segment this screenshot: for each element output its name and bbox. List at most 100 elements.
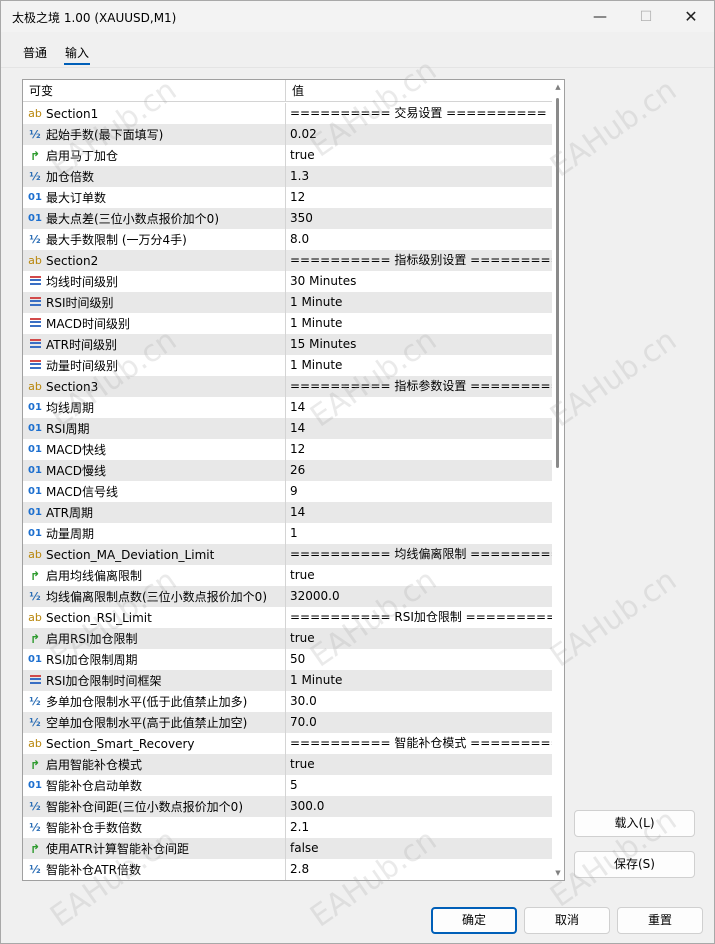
table-row[interactable]: 01 智能补仓启动单数 5 — [23, 775, 552, 796]
param-value-cell[interactable]: ========== RSI加仓限制 ========== — [286, 607, 552, 628]
table-row[interactable]: 01 RSI周期 14 — [23, 418, 552, 439]
grid-header: 可变 值 — [23, 80, 552, 102]
param-value-cell[interactable]: 30 Minutes — [286, 271, 552, 292]
table-row[interactable]: ½ 均线偏离限制点数(三位小数点报价加个0) 32000.0 — [23, 586, 552, 607]
table-row[interactable]: ↱ 启用智能补仓模式 true — [23, 754, 552, 775]
minimize-button[interactable]: — — [577, 1, 623, 32]
param-value-cell[interactable]: 1 Minute — [286, 670, 552, 691]
param-value-cell[interactable]: 0.02 — [286, 124, 552, 145]
param-value-cell[interactable]: 50 — [286, 649, 552, 670]
cancel-button[interactable]: 取消 — [524, 907, 610, 934]
param-value-cell[interactable]: true — [286, 628, 552, 649]
param-value-cell[interactable]: ========== 均线偏离限制 ========== — [286, 544, 552, 565]
save-button[interactable]: 保存(S) — [574, 851, 695, 878]
param-value-cell[interactable]: 32000.0 — [286, 586, 552, 607]
param-value-cell[interactable]: 5 — [286, 775, 552, 796]
param-value-cell[interactable]: 30.0 — [286, 691, 552, 712]
param-value-cell[interactable]: 1 — [286, 523, 552, 544]
integer-type-icon: 01 — [28, 485, 42, 497]
param-value-cell[interactable]: 14 — [286, 397, 552, 418]
param-value-cell[interactable]: 14 — [286, 502, 552, 523]
param-value-cell[interactable]: 350 — [286, 208, 552, 229]
param-value-cell[interactable]: 14 — [286, 418, 552, 439]
param-value-cell[interactable]: 8.0 — [286, 229, 552, 250]
scroll-up-arrow-icon[interactable]: ▲ — [552, 80, 564, 94]
tab-inputs[interactable]: 输入 — [56, 41, 98, 65]
load-button[interactable]: 载入(L) — [574, 810, 695, 837]
table-row[interactable]: ½ 智能补仓手数倍数 2.1 — [23, 817, 552, 838]
param-value-cell[interactable]: true — [286, 565, 552, 586]
bool-type-icon: ↱ — [29, 757, 41, 772]
table-row[interactable]: 01 ATR周期 14 — [23, 502, 552, 523]
param-value-cell[interactable]: 70.0 — [286, 712, 552, 733]
table-row[interactable]: 01 均线周期 14 — [23, 397, 552, 418]
table-row[interactable]: ½ 多单加仓限制水平(低于此值禁止加多) 30.0 — [23, 691, 552, 712]
table-row[interactable]: ↱ 启用RSI加仓限制 true — [23, 628, 552, 649]
table-row[interactable]: 01 动量周期 1 — [23, 523, 552, 544]
param-value-cell[interactable]: ========== 智能补仓模式 ========== — [286, 733, 552, 754]
param-value-cell[interactable]: 15 Minutes — [286, 334, 552, 355]
table-row[interactable]: ½ 起始手数(最下面填写) 0.02 — [23, 124, 552, 145]
table-row[interactable]: ab Section_MA_Deviation_Limit ========== 均… — [23, 544, 552, 565]
param-value-cell[interactable]: 2.8 — [286, 859, 552, 880]
param-name-cell: 01 均线周期 — [23, 397, 286, 418]
ok-button[interactable]: 确定 — [431, 907, 517, 934]
table-row[interactable]: ↱ 启用马丁加仓 true — [23, 145, 552, 166]
table-row[interactable]: ½ 空单加仓限制水平(高于此值禁止加空) 70.0 — [23, 712, 552, 733]
scroll-thumb[interactable] — [556, 98, 559, 468]
param-value-cell[interactable]: ========== 指标级别设置 ========== — [286, 250, 552, 271]
table-row[interactable]: ↱ 使用ATR计算智能补仓间距 false — [23, 838, 552, 859]
table-row[interactable]: ATR时间级别 15 Minutes — [23, 334, 552, 355]
table-row[interactable]: ab Section_Smart_Recovery ========== 智能补仓模… — [23, 733, 552, 754]
scroll-down-arrow-icon[interactable]: ▼ — [552, 866, 564, 880]
param-value-cell[interactable]: true — [286, 754, 552, 775]
param-value-cell[interactable]: 2.1 — [286, 817, 552, 838]
table-row[interactable]: 01 RSI加仓限制周期 50 — [23, 649, 552, 670]
table-row[interactable]: 01 最大点差(三位小数点报价加个0) 350 — [23, 208, 552, 229]
param-value-cell[interactable]: ========== 交易设置 ========== — [286, 103, 552, 124]
table-row[interactable]: ab Section2 ========== 指标级别设置 ========== — [23, 250, 552, 271]
reset-button[interactable]: 重置 — [617, 907, 703, 934]
param-value-cell[interactable]: true — [286, 145, 552, 166]
table-row[interactable]: ab Section_RSI_Limit ========== RSI加仓限制 ==… — [23, 607, 552, 628]
param-value-cell[interactable]: 12 — [286, 187, 552, 208]
param-name-cell: 均线时间级别 — [23, 271, 286, 292]
table-row[interactable]: ½ 加仓倍数 1.3 — [23, 166, 552, 187]
param-value-cell[interactable]: 1 Minute — [286, 355, 552, 376]
tab-common[interactable]: 普通 — [14, 41, 56, 65]
vertical-scrollbar[interactable]: ▲ ▼ — [552, 80, 564, 880]
table-row[interactable]: ab Section3 ========== 指标参数设置 ========== — [23, 376, 552, 397]
table-row[interactable]: 01 MACD慢线 26 — [23, 460, 552, 481]
double-type-icon: ½ — [29, 169, 41, 183]
table-row[interactable]: ab Section1 ========== 交易设置 ========== — [23, 103, 552, 124]
param-value-cell[interactable]: 26 — [286, 460, 552, 481]
table-row[interactable]: ½ 智能补仓间距(三位小数点报价加个0) 300.0 — [23, 796, 552, 817]
param-value-cell[interactable]: ========== 指标参数设置 ========== — [286, 376, 552, 397]
table-row[interactable]: ½ 智能补仓ATR倍数 2.8 — [23, 859, 552, 880]
param-value-cell[interactable]: 12 — [286, 439, 552, 460]
table-row[interactable]: ½ 最大手数限制 (一万分4手) 8.0 — [23, 229, 552, 250]
enum-list-icon — [27, 314, 43, 334]
table-row[interactable]: RSI加仓限制时间框架 1 Minute — [23, 670, 552, 691]
param-name-cell: 01 MACD快线 — [23, 439, 286, 460]
param-name: RSI时间级别 — [46, 295, 114, 310]
close-button[interactable]: ✕ — [668, 1, 714, 32]
column-header-value[interactable]: 值 — [286, 80, 552, 102]
table-row[interactable]: ↱ 启用均线偏离限制 true — [23, 565, 552, 586]
param-value-cell[interactable]: 1.3 — [286, 166, 552, 187]
table-row[interactable]: 01 MACD快线 12 — [23, 439, 552, 460]
param-value-cell[interactable]: 1 Minute — [286, 292, 552, 313]
table-row[interactable]: 均线时间级别 30 Minutes — [23, 271, 552, 292]
table-row[interactable]: 01 最大订单数 12 — [23, 187, 552, 208]
param-value-cell[interactable]: 1 Minute — [286, 313, 552, 334]
param-name-cell: ½ 空单加仓限制水平(高于此值禁止加空) — [23, 712, 286, 733]
maximize-button[interactable]: ☐ — [623, 1, 669, 32]
table-row[interactable]: 01 MACD信号线 9 — [23, 481, 552, 502]
param-value-cell[interactable]: 9 — [286, 481, 552, 502]
table-row[interactable]: 动量时间级别 1 Minute — [23, 355, 552, 376]
param-value-cell[interactable]: 300.0 — [286, 796, 552, 817]
column-header-variable[interactable]: 可变 — [23, 80, 286, 102]
param-value-cell[interactable]: false — [286, 838, 552, 859]
table-row[interactable]: MACD时间级别 1 Minute — [23, 313, 552, 334]
table-row[interactable]: RSI时间级别 1 Minute — [23, 292, 552, 313]
